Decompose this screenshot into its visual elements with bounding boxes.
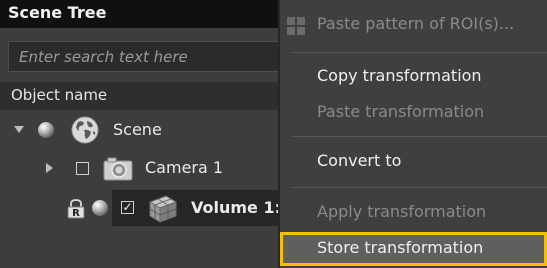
scene-tree-panel: Scene Tree Enter search text here Object…: [0, 0, 281, 268]
visibility-sphere-icon[interactable]: [92, 200, 108, 216]
menu-item-label: Paste pattern of ROI(s)...: [317, 14, 515, 33]
panel-title: Scene Tree: [8, 3, 107, 22]
menu-item-copy-transformation[interactable]: Copy transformation: [280, 60, 547, 94]
menu-item-paste-transformation[interactable]: Paste transformation: [280, 96, 547, 130]
context-menu: Paste pattern of ROI(s)... Copy transfor…: [280, 0, 547, 268]
svg-text:R: R: [72, 208, 80, 219]
menu-separator: [292, 136, 547, 137]
column-header-object-name: Object name: [11, 86, 108, 104]
menu-item-label: Paste transformation: [317, 102, 485, 121]
menu-item-label: Copy transformation: [317, 66, 482, 85]
tree-node-label: Camera 1: [145, 158, 224, 177]
volume-cube-icon: [146, 192, 180, 228]
search-input[interactable]: Enter search text here: [8, 41, 280, 72]
menu-item-store-transformation[interactable]: Store transformation: [280, 232, 547, 266]
tree-node-label: Volume 1:: [191, 198, 281, 217]
visibility-checkbox[interactable]: ✓: [121, 201, 134, 214]
pattern-grid-icon: [286, 16, 306, 40]
tree-row-scene[interactable]: Scene: [0, 112, 280, 148]
tree-node-label: Scene: [113, 120, 162, 139]
camera-icon: [102, 153, 134, 187]
menu-item-label: Convert to: [317, 151, 402, 170]
expand-arrow-icon[interactable]: [14, 126, 24, 133]
menu-item-label: Apply transformation: [317, 202, 487, 221]
tree-row-volume-content: R ✓ Volume 1:: [0, 190, 281, 228]
globe-icon: [70, 115, 100, 149]
expand-arrow-icon[interactable]: [46, 163, 53, 173]
app-window: Scene Tree Enter search text here Object…: [0, 0, 547, 268]
scene-tree-header: Scene Tree: [0, 0, 280, 28]
visibility-checkbox[interactable]: [76, 162, 89, 175]
menu-item-label: Store transformation: [317, 238, 484, 257]
menu-item-apply-transformation[interactable]: Apply transformation: [280, 196, 547, 230]
menu-separator: [292, 52, 547, 53]
menu-item-paste-pattern[interactable]: Paste pattern of ROI(s)...: [280, 8, 547, 42]
visibility-sphere-icon[interactable]: [38, 122, 54, 138]
tree-row-camera[interactable]: Camera 1: [0, 150, 280, 186]
menu-item-convert-to[interactable]: Convert to: [280, 145, 547, 179]
lock-r-icon[interactable]: R: [65, 199, 87, 223]
column-header[interactable]: Object name: [0, 82, 280, 110]
menu-separator: [292, 187, 547, 188]
